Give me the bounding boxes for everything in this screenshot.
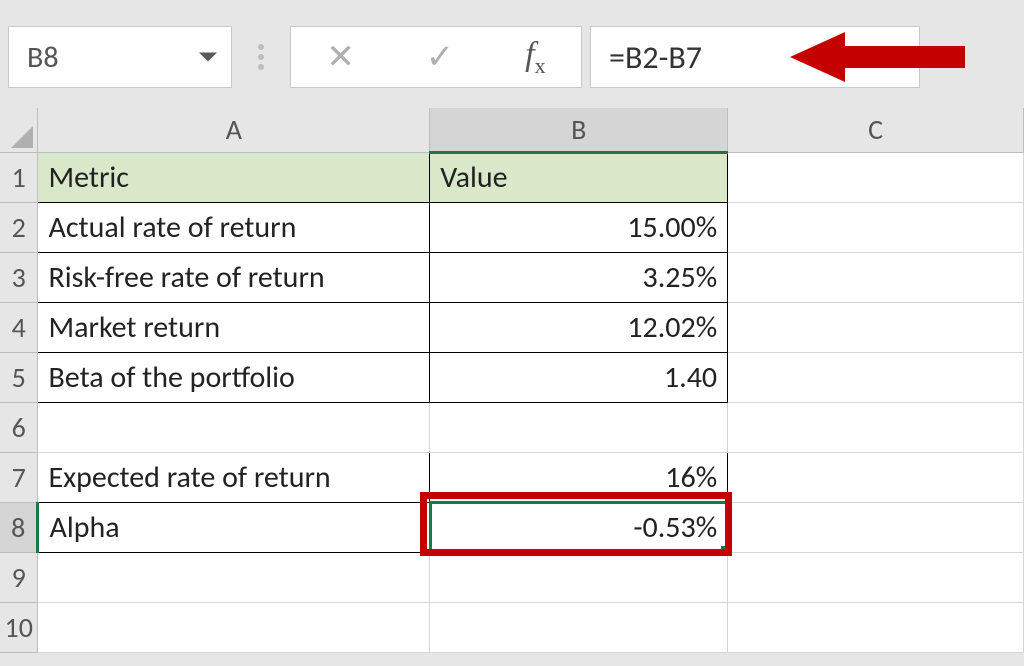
spreadsheet-grid[interactable]: A B C 1 Metric Value 2 Actual rate of re… bbox=[0, 108, 1024, 653]
formula-buttons: ✕ ✓ fx bbox=[290, 26, 582, 88]
name-box-value: B8 bbox=[27, 39, 59, 76]
cell-B5[interactable]: 1.40 bbox=[430, 352, 728, 402]
row-header-9[interactable]: 9 bbox=[0, 552, 38, 602]
row-header-1[interactable]: 1 bbox=[0, 152, 38, 202]
cell-B4[interactable]: 12.02% bbox=[430, 302, 728, 352]
cell-C3[interactable] bbox=[728, 252, 1024, 302]
chevron-down-icon[interactable] bbox=[199, 53, 217, 62]
row-header-6[interactable]: 6 bbox=[0, 402, 38, 452]
row-header-3[interactable]: 3 bbox=[0, 252, 38, 302]
row-header-7[interactable]: 7 bbox=[0, 452, 38, 502]
row-header-4[interactable]: 4 bbox=[0, 302, 38, 352]
cell-B7[interactable]: 16% bbox=[430, 452, 728, 502]
cell-A7[interactable]: Expected rate of return bbox=[38, 452, 430, 502]
cell-A10[interactable] bbox=[38, 602, 430, 652]
cell-B6[interactable] bbox=[430, 402, 728, 452]
cell-A3[interactable]: Risk-free rate of return bbox=[38, 252, 430, 302]
cell-A4[interactable]: Market return bbox=[38, 302, 430, 352]
cell-A9[interactable] bbox=[38, 552, 430, 602]
cell-C5[interactable] bbox=[728, 352, 1024, 402]
row-header-10[interactable]: 10 bbox=[0, 602, 38, 652]
cell-C1[interactable] bbox=[728, 152, 1024, 202]
fx-icon[interactable]: fx bbox=[525, 36, 545, 79]
select-all-corner[interactable] bbox=[0, 108, 38, 152]
row-header-8[interactable]: 8 bbox=[0, 502, 38, 552]
col-header-A[interactable]: A bbox=[38, 108, 430, 152]
row-header-2[interactable]: 2 bbox=[0, 202, 38, 252]
cell-C7[interactable] bbox=[728, 452, 1024, 502]
formula-text: =B2-B7 bbox=[609, 38, 702, 77]
col-header-B[interactable]: B bbox=[430, 108, 728, 152]
cancel-icon[interactable]: ✕ bbox=[326, 37, 355, 77]
formula-input[interactable]: =B2-B7 bbox=[590, 26, 920, 88]
cell-A1[interactable]: Metric bbox=[38, 152, 430, 202]
formula-bar: B8 ✕ ✓ fx =B2-B7 bbox=[8, 26, 920, 88]
cell-A5[interactable]: Beta of the portfolio bbox=[38, 352, 430, 402]
cell-A2[interactable]: Actual rate of return bbox=[38, 202, 430, 252]
cell-B3[interactable]: 3.25% bbox=[430, 252, 728, 302]
cell-C6[interactable] bbox=[728, 402, 1024, 452]
cell-A6[interactable] bbox=[38, 402, 430, 452]
cell-C2[interactable] bbox=[728, 202, 1024, 252]
cell-C8[interactable] bbox=[728, 502, 1024, 552]
cell-C4[interactable] bbox=[728, 302, 1024, 352]
cell-B8[interactable]: -0.53% bbox=[430, 502, 728, 552]
enter-icon[interactable]: ✓ bbox=[426, 37, 455, 78]
cell-B10[interactable] bbox=[430, 602, 728, 652]
cell-C10[interactable] bbox=[728, 602, 1024, 652]
cell-C9[interactable] bbox=[728, 552, 1024, 602]
name-box[interactable]: B8 bbox=[8, 26, 232, 88]
col-header-C[interactable]: C bbox=[728, 108, 1024, 152]
cell-B9[interactable] bbox=[430, 552, 728, 602]
cell-B1[interactable]: Value bbox=[430, 152, 728, 202]
row-header-5[interactable]: 5 bbox=[0, 352, 38, 402]
cell-B2[interactable]: 15.00% bbox=[430, 202, 728, 252]
cell-A8[interactable]: Alpha bbox=[38, 502, 430, 552]
divider-dots-icon bbox=[240, 26, 282, 88]
